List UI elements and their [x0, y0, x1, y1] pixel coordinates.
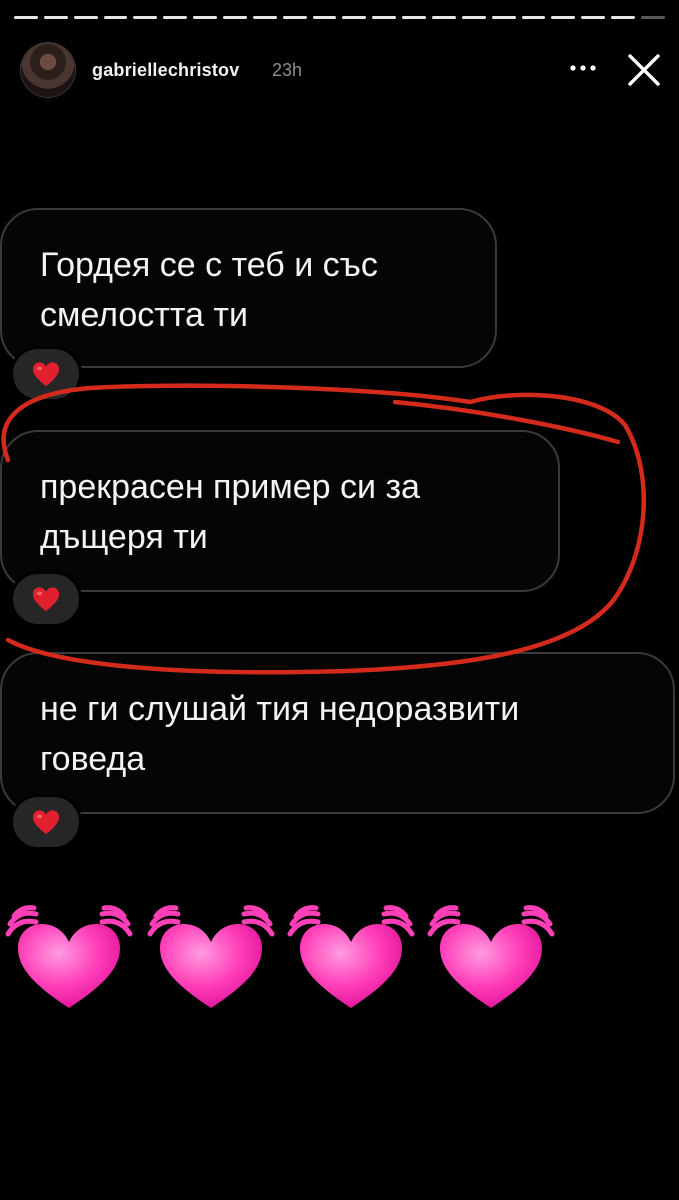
more-icon[interactable]: [568, 56, 598, 80]
progress-segment: [252, 16, 277, 19]
progress-segment: [163, 16, 188, 19]
progress-segments: [14, 16, 665, 19]
beating-heart-icon: [5, 905, 133, 1008]
progress-segment: [432, 16, 456, 19]
progress-segment: [342, 16, 367, 19]
story-progress-bar: [14, 16, 665, 24]
progress-segment: [461, 16, 486, 19]
progress-segment: [43, 16, 68, 19]
progress-segment: [193, 16, 218, 19]
beating-heart-icon: [287, 905, 415, 1008]
post-time: 23h: [272, 60, 303, 80]
beating-heart-icon: [427, 905, 555, 1008]
reply-text: прекрасен пример си за дъщеря ти: [40, 468, 420, 556]
beating-hearts-sticker: [0, 890, 679, 1030]
progress-segment: [223, 16, 247, 19]
reply-bubble: не ги слушай тия недоразвити говеда: [0, 652, 675, 814]
reply-text: не ги слушай тия недоразвити говеда: [40, 690, 520, 778]
heart-reaction: [10, 571, 82, 627]
progress-segment: [521, 16, 546, 19]
avatar[interactable]: [20, 42, 76, 98]
close-icon[interactable]: [626, 52, 662, 88]
heart-icon: [32, 810, 60, 835]
progress-segment: [611, 16, 636, 19]
progress-segment: [282, 16, 307, 19]
reply-bubble: Гордея се с теб и със смелостта ти: [0, 208, 497, 368]
reply-bubble: прекрасен пример си за дъщеря ти: [0, 430, 560, 592]
reply-text: Гордея се с теб и със смелостта ти: [40, 246, 378, 334]
heart-reaction: [10, 346, 82, 402]
heart-reaction: [10, 794, 82, 850]
progress-segment: [641, 16, 665, 19]
progress-segment: [372, 16, 397, 19]
progress-segment: [73, 16, 98, 19]
heart-icon: [32, 362, 60, 387]
story-header: gabriellechristov 23h: [20, 40, 665, 100]
username[interactable]: gabriellechristov: [92, 60, 239, 81]
progress-segment: [103, 16, 128, 19]
progress-segment: [14, 16, 38, 19]
beating-heart-icon: [147, 905, 275, 1008]
progress-segment: [402, 16, 427, 19]
progress-segment: [581, 16, 606, 19]
heart-icon: [32, 587, 60, 612]
progress-segment: [133, 16, 158, 19]
progress-segment: [312, 16, 337, 19]
progress-segment: [491, 16, 516, 19]
progress-segment: [551, 16, 576, 19]
